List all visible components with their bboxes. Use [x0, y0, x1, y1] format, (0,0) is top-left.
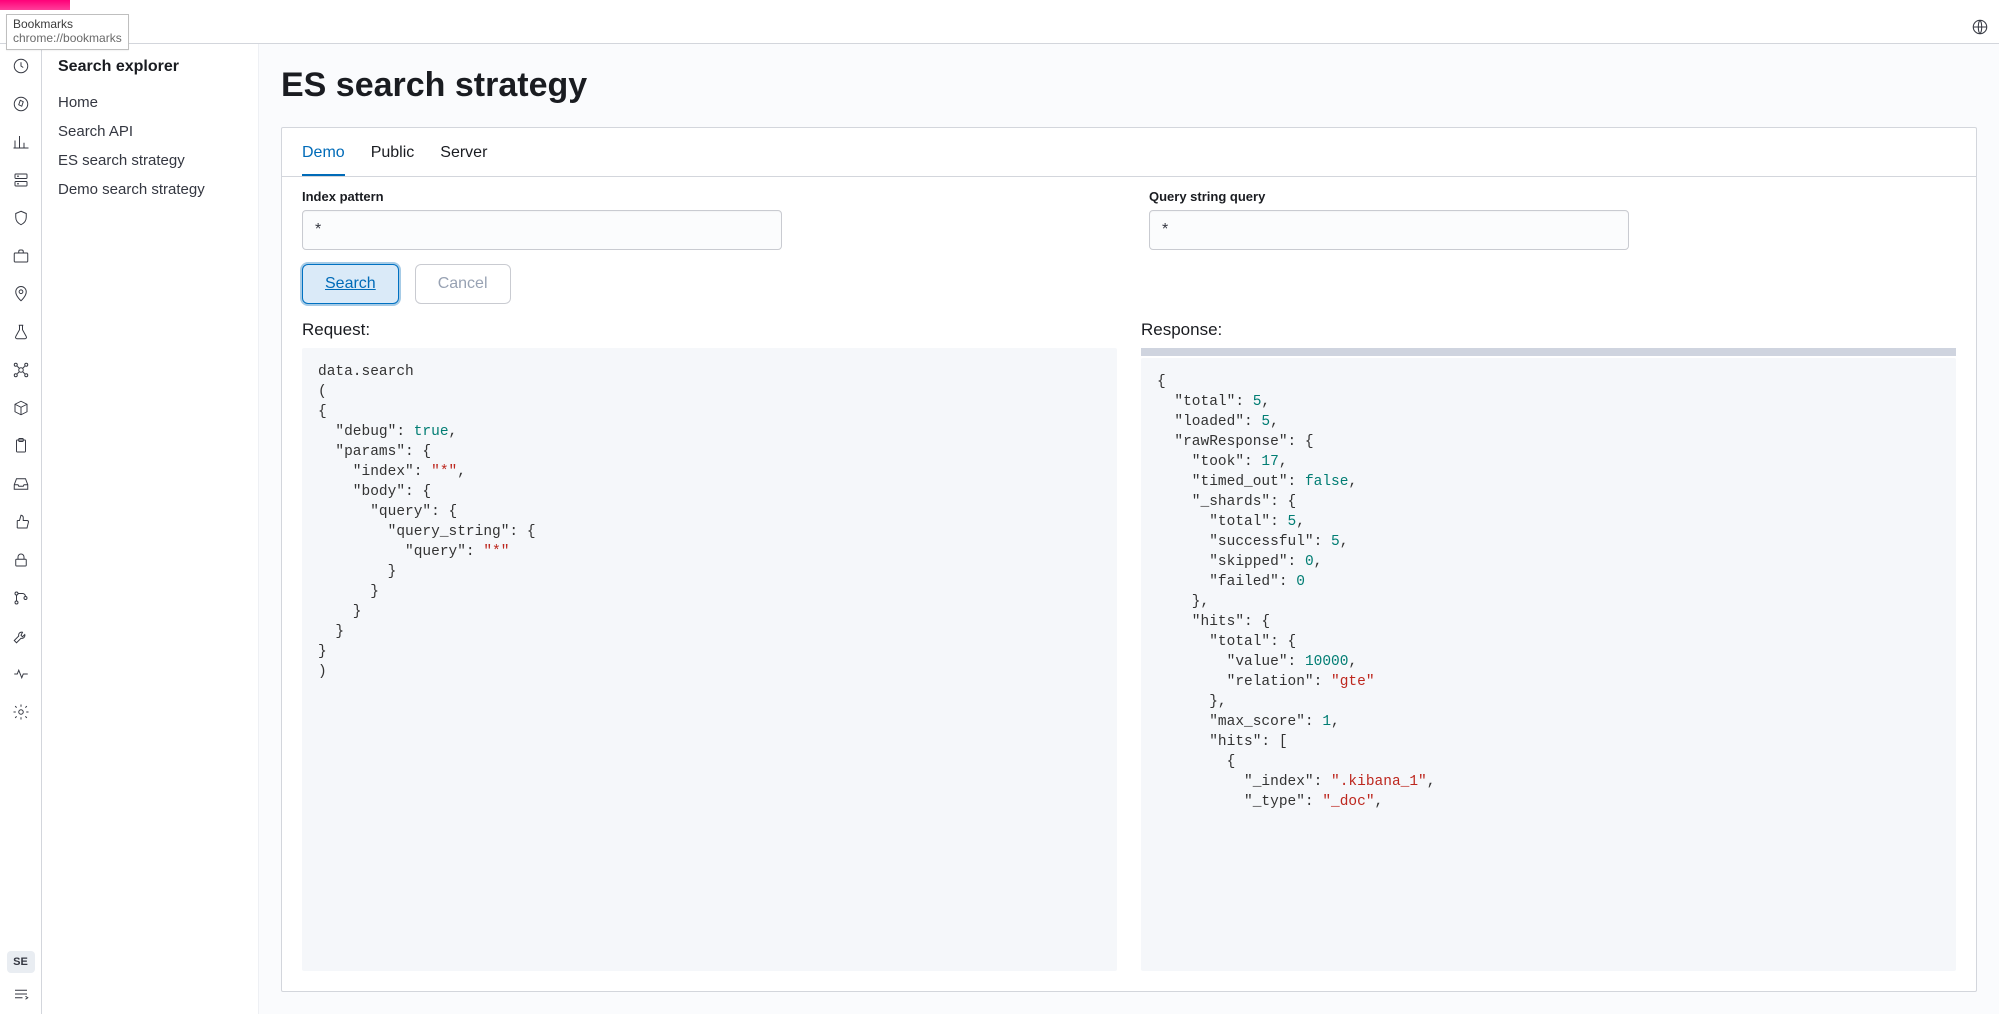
package-icon[interactable]: [11, 398, 31, 418]
gear-icon[interactable]: [11, 702, 31, 722]
query-string-label: Query string query: [1149, 189, 1956, 204]
response-code[interactable]: { "total": 5, "loaded": 5, "rawResponse"…: [1141, 358, 1956, 971]
content-panel: Demo Public Server Index pattern Query str…: [281, 127, 1977, 992]
nav-rail: SE: [0, 44, 42, 1014]
compass-icon[interactable]: [11, 94, 31, 114]
sidebar-title: Search explorer: [58, 58, 244, 76]
cancel-button[interactable]: Cancel: [415, 264, 511, 304]
tab-server[interactable]: Server: [440, 144, 487, 176]
wrench-icon[interactable]: [11, 626, 31, 646]
flask-icon[interactable]: [11, 322, 31, 342]
sidebar-item-1[interactable]: Search API: [58, 117, 244, 146]
network-icon[interactable]: [11, 360, 31, 380]
index-pattern-input[interactable]: [302, 210, 782, 250]
scrollbar-horizontal[interactable]: [1141, 348, 1956, 356]
request-title: Request:: [302, 320, 1117, 340]
index-pattern-label: Index pattern: [302, 189, 1109, 204]
request-code[interactable]: data.search ( { "debug": true, "params":…: [302, 348, 1117, 971]
sidebar: Search explorer HomeSearch APIES search …: [42, 44, 258, 1014]
briefcase-icon[interactable]: [11, 246, 31, 266]
pin-icon[interactable]: [11, 284, 31, 304]
tooltip-title: Bookmarks: [13, 17, 122, 31]
query-string-input[interactable]: [1149, 210, 1629, 250]
app-badge[interactable]: SE: [7, 951, 35, 973]
sidebar-item-3[interactable]: Demo search strategy: [58, 175, 244, 204]
extensions-icon[interactable]: [1971, 18, 1989, 36]
tab-active-indicator: [0, 0, 70, 10]
search-button[interactable]: Search: [302, 264, 399, 304]
heart-rate-icon[interactable]: [11, 664, 31, 684]
browser-chrome: Bookmarks chrome://bookmarks: [0, 0, 1999, 44]
bookmarks-tooltip: Bookmarks chrome://bookmarks: [6, 14, 129, 50]
inbox-icon[interactable]: [11, 474, 31, 494]
sidebar-item-2[interactable]: ES search strategy: [58, 146, 244, 175]
response-title: Response:: [1141, 320, 1956, 340]
sidebar-item-0[interactable]: Home: [58, 88, 244, 117]
tooltip-url: chrome://bookmarks: [13, 31, 122, 45]
tabs: Demo Public Server: [282, 128, 1976, 177]
tab-demo[interactable]: Demo: [302, 144, 345, 176]
clock-icon[interactable]: [11, 56, 31, 76]
thumbs-up-icon[interactable]: [11, 512, 31, 532]
clipboard-icon[interactable]: [11, 436, 31, 456]
chart-icon[interactable]: [11, 132, 31, 152]
shield-icon[interactable]: [11, 208, 31, 228]
main-content: ES search strategy Demo Public Server Inde…: [258, 44, 1999, 1014]
collapse-nav-icon[interactable]: [12, 985, 30, 1008]
lock-icon[interactable]: [11, 550, 31, 570]
server-icon[interactable]: [11, 170, 31, 190]
git-icon[interactable]: [11, 588, 31, 608]
tab-public[interactable]: Public: [371, 144, 415, 176]
page-title: ES search strategy: [259, 44, 1999, 127]
